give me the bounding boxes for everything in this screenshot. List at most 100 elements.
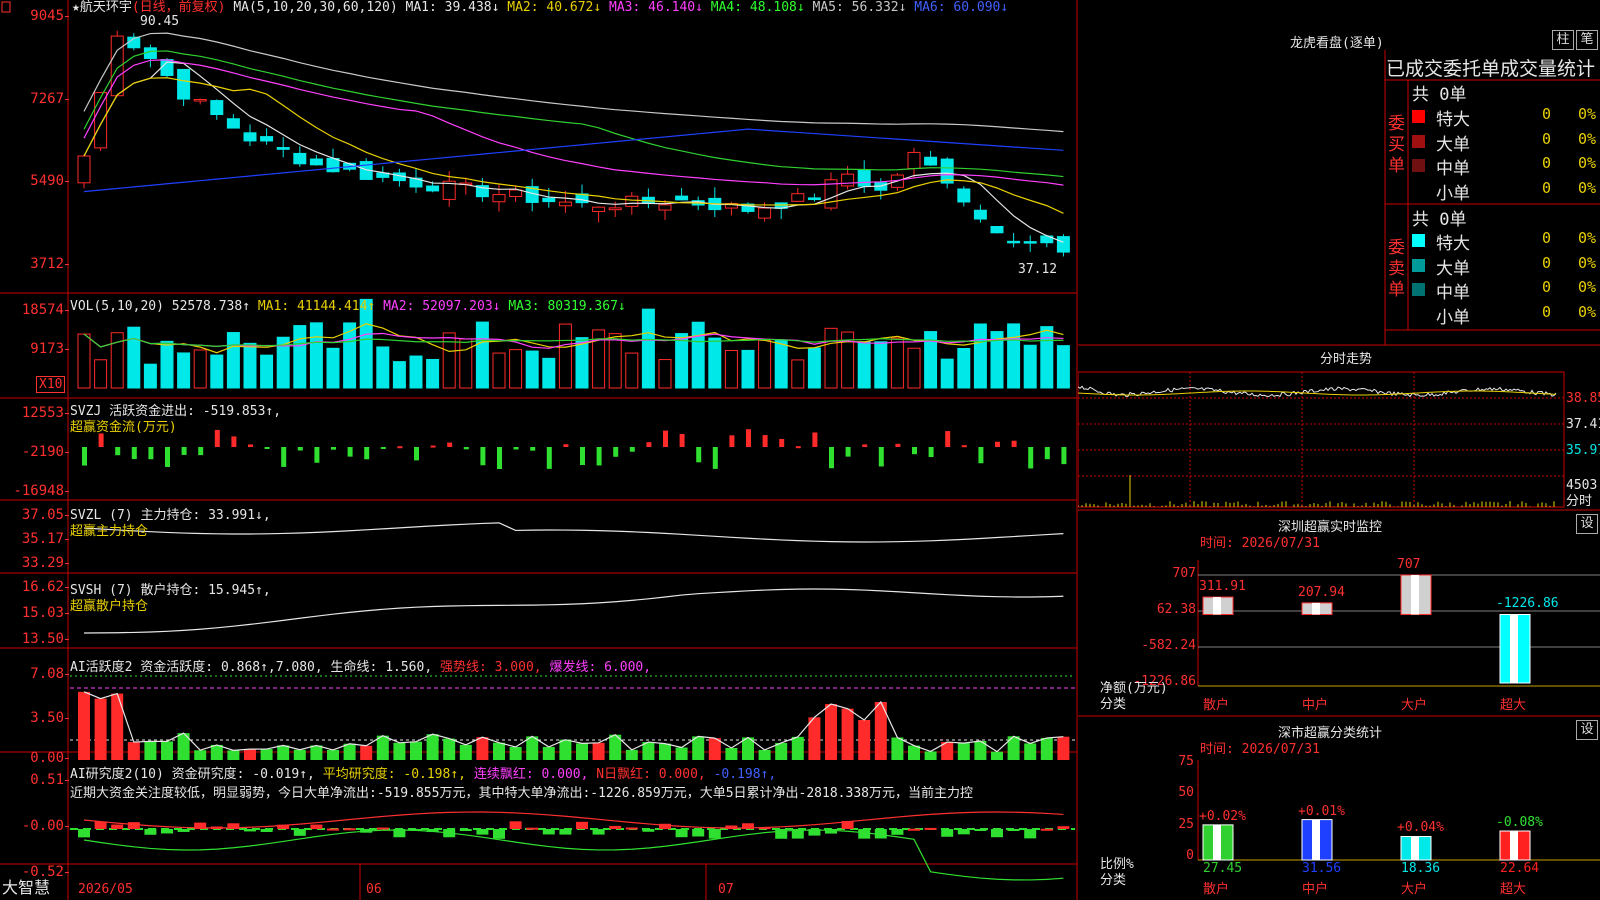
- volume-bar: [1023, 344, 1037, 389]
- candle-body: [1023, 241, 1037, 244]
- money-flow-bar: [679, 434, 685, 447]
- volume-bar: [708, 337, 722, 389]
- candle-body: [675, 195, 689, 201]
- main-holding: [83, 522, 1064, 543]
- money-flow-bar: [1011, 440, 1017, 447]
- activity-bar: [111, 693, 124, 760]
- share-value: 18.36: [1401, 861, 1441, 876]
- money-flow-bar: [82, 447, 87, 466]
- money-flow-bar: [115, 447, 121, 456]
- research-bar: [343, 828, 356, 831]
- volume-bar: [143, 363, 157, 389]
- price-high-label: 90.45: [140, 14, 180, 29]
- sz-monitor-settings-button[interactable]: 设: [1576, 514, 1598, 534]
- sz-class-settings-button[interactable]: 设: [1576, 720, 1598, 740]
- candle-body: [260, 136, 274, 142]
- volume-bar: [608, 333, 622, 389]
- sz-monitor-tick: 62.38: [1156, 602, 1196, 617]
- intraday-vol-tick: 4503: [1566, 478, 1598, 493]
- svsh-sub: 超赢散户持仓: [70, 599, 149, 614]
- research-bar: [327, 828, 339, 831]
- money-flow-bar: [580, 447, 585, 466]
- activity-bar: [592, 742, 605, 760]
- money-flow-bar: [945, 431, 951, 447]
- money-flow-bar: [961, 445, 967, 448]
- order-size-row: 大单 0 0%: [1412, 130, 1600, 155]
- money-flow-bar: [928, 447, 934, 458]
- research-bar: [592, 829, 605, 835]
- svzj-header: SVZJ 活跃资金进出: -519.853↑,: [70, 404, 281, 420]
- sz-class-ylabel: 比例%: [1100, 857, 1134, 872]
- money-flow-bar: [795, 446, 801, 449]
- volume-bar: [459, 338, 473, 389]
- volume-bar: [94, 359, 108, 389]
- net-flow-bar-highlight: [1510, 614, 1518, 683]
- candle-body: [77, 155, 91, 184]
- sell-order-label: 委卖单: [1388, 238, 1405, 300]
- candle-body: [426, 185, 440, 192]
- volume-bar: [392, 361, 406, 389]
- activity-bar: [526, 736, 539, 760]
- research-bar: [576, 821, 588, 829]
- research-bar: [858, 829, 871, 839]
- volume-bar: [492, 352, 506, 389]
- bar-mode-button[interactable]: 柱: [1552, 30, 1574, 50]
- dragon-stats-tab[interactable]: 已成交委托单成交量统计: [1386, 54, 1600, 81]
- sz-class-tick: 50: [1178, 785, 1194, 800]
- candle-body: [226, 118, 240, 129]
- stock-name[interactable]: 航天环宇: [80, 0, 132, 15]
- research-bar: [974, 829, 987, 831]
- candle-body: [973, 209, 987, 220]
- date-label: 06: [366, 882, 382, 897]
- svsh-tick: 13.50: [0, 631, 69, 647]
- research-bar: [991, 829, 1003, 838]
- price-tick: 5490: [0, 173, 69, 189]
- net-flow-bar-highlight: [1213, 597, 1221, 615]
- activity-bar: [841, 708, 854, 760]
- order-size-row: 特大 0 0%: [1412, 229, 1600, 254]
- activity-bar: [791, 736, 804, 760]
- color-swatch: [1412, 234, 1425, 247]
- volume-bar: [791, 359, 805, 389]
- brand-logo: 大智慧: [2, 878, 51, 897]
- star-icon[interactable]: ★: [72, 0, 80, 15]
- money-flow-bar: [779, 438, 785, 447]
- order-size-name: 小单: [1436, 307, 1470, 328]
- activity-bar: [991, 751, 1003, 760]
- money-flow-bar: [546, 447, 552, 469]
- sz-monitor-ylabel: 净额(万元): [1100, 681, 1168, 696]
- candle-body: [791, 193, 805, 202]
- money-flow-bar: [281, 447, 287, 467]
- order-size-row: 特大 0 0%: [1412, 105, 1600, 130]
- tick-mode-button[interactable]: 笔: [1576, 30, 1598, 50]
- activity-bar: [376, 735, 389, 760]
- activity-bar: [476, 737, 489, 760]
- research-bar: [941, 829, 954, 837]
- money-flow-bar: [746, 429, 751, 447]
- net-flow-category: 超大: [1500, 698, 1527, 713]
- money-flow-bar: [430, 445, 436, 448]
- money-flow-bar: [845, 447, 851, 457]
- activity-bar: [825, 704, 837, 760]
- intraday-vol-label: 分时: [1566, 494, 1593, 509]
- color-swatch: [1412, 159, 1425, 172]
- svzl-tick: 37.05: [0, 507, 69, 523]
- activity-bar: [509, 746, 522, 760]
- dragon-title: 龙虎看盘(逐单): [1290, 36, 1384, 51]
- money-flow-bar: [696, 447, 702, 463]
- share-category: 超大: [1500, 882, 1527, 897]
- research-bar: [1024, 829, 1037, 839]
- money-flow-bar: [131, 447, 137, 460]
- ai-active-header: AI活跃度2 资金活跃度: 0.868↑,7.080, 生命线: 1.560, …: [70, 660, 651, 676]
- activity-line: [83, 691, 1064, 753]
- research-bar: [692, 829, 705, 837]
- money-flow-bar: [829, 447, 834, 469]
- svzj-tick: -16948: [0, 483, 69, 499]
- money-flow-bar: [480, 447, 486, 466]
- share-category: 中户: [1302, 882, 1329, 897]
- buy-total: 共 0单: [1412, 85, 1467, 105]
- research-bar: [144, 829, 157, 835]
- kline-chart-area[interactable]: [0, 0, 1078, 900]
- net-flow-value: 707: [1397, 557, 1421, 572]
- volume-bar: [741, 349, 755, 389]
